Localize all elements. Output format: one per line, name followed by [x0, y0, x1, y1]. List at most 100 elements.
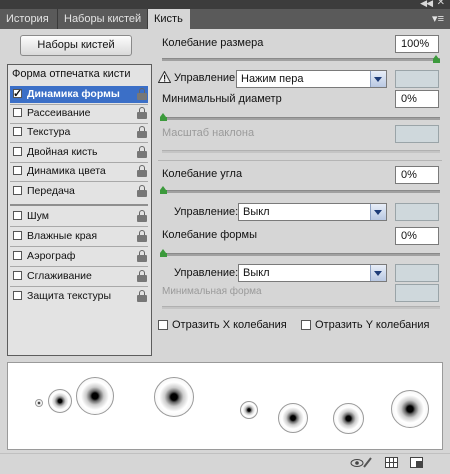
- tab-history[interactable]: История: [0, 9, 58, 29]
- flip-y-checkbox[interactable]: [301, 320, 311, 330]
- lock-icon[interactable]: [137, 126, 147, 138]
- warning-icon: [158, 71, 171, 83]
- lock-icon[interactable]: [137, 185, 147, 197]
- min-diameter-input[interactable]: 0%: [395, 90, 439, 108]
- list-item-label: Рассеивание: [27, 107, 91, 119]
- list-item-color-dynamics[interactable]: Динамика цвета: [10, 163, 148, 180]
- list-item-label: Динамика цвета: [27, 165, 106, 177]
- chevron-down-icon[interactable]: [370, 204, 386, 220]
- new-preset-icon[interactable]: [410, 457, 423, 468]
- size-jitter-input[interactable]: 100%: [395, 35, 439, 53]
- tilt-scale-label: Масштаб наклона: [162, 127, 255, 139]
- angle-control-extra-input: [395, 203, 439, 221]
- tab-bar: История Наборы кистей Кисть ▾≡: [0, 9, 450, 30]
- angle-jitter-slider-thumb[interactable]: [160, 186, 167, 194]
- brush-tip-shape-heading[interactable]: Форма отпечатка кисти: [12, 68, 130, 80]
- angle-control-value: Выкл: [243, 206, 270, 218]
- roundness-control-select[interactable]: Выкл: [238, 264, 387, 282]
- size-control-extra-input: [395, 70, 439, 88]
- preview-dab: [35, 399, 43, 407]
- flip-y-label: Отразить Y колебания: [315, 319, 430, 331]
- scattering-checkbox[interactable]: [13, 108, 22, 117]
- lock-icon[interactable]: [137, 290, 147, 302]
- lock-icon[interactable]: [137, 210, 147, 222]
- brush-presets-button[interactable]: Наборы кистей: [20, 35, 132, 56]
- angle-control-select[interactable]: Выкл: [238, 203, 387, 221]
- roundness-jitter-input[interactable]: 0%: [395, 227, 439, 245]
- dual-brush-checkbox[interactable]: [13, 147, 22, 156]
- list-item-dual-brush[interactable]: Двойная кисть: [10, 144, 148, 161]
- list-item-airbrush[interactable]: Аэрограф: [10, 248, 148, 265]
- roundness-control-extra-input: [395, 264, 439, 282]
- lock-icon[interactable]: [137, 107, 147, 119]
- divider: [158, 160, 442, 161]
- color-dynamics-checkbox[interactable]: [13, 166, 22, 175]
- shape-dynamics-checkbox[interactable]: [13, 86, 22, 103]
- panel-bottom-bar: [0, 453, 450, 474]
- angle-jitter-slider-track[interactable]: [162, 190, 440, 193]
- preview-dab: [154, 377, 194, 417]
- tab-brush[interactable]: Кисть: [148, 9, 190, 30]
- list-item-shape-dynamics[interactable]: Динамика формы: [10, 86, 148, 103]
- tab-brush-presets[interactable]: Наборы кистей: [58, 9, 148, 29]
- divider: [10, 226, 148, 227]
- size-jitter-label: Колебание размера: [162, 37, 264, 49]
- chevron-down-icon[interactable]: [370, 265, 386, 281]
- list-item-noise[interactable]: Шум: [10, 208, 148, 225]
- size-jitter-slider-track[interactable]: [162, 58, 440, 61]
- size-control-label: Управление:: [174, 72, 239, 84]
- grid-icon[interactable]: [385, 457, 398, 468]
- lock-icon[interactable]: [137, 146, 147, 158]
- flip-x-checkbox[interactable]: [158, 320, 168, 330]
- lock-icon[interactable]: [137, 270, 147, 282]
- size-jitter-slider-thumb[interactable]: [433, 55, 440, 63]
- list-item-label: Сглаживание: [27, 270, 92, 282]
- airbrush-checkbox[interactable]: [13, 251, 22, 260]
- close-icon[interactable]: ✕: [437, 0, 445, 8]
- size-control-value: Нажим пера: [241, 73, 304, 85]
- min-diameter-slider-thumb[interactable]: [160, 113, 167, 121]
- chevron-down-icon[interactable]: [370, 71, 386, 87]
- lock-icon[interactable]: [137, 230, 147, 242]
- size-control-select[interactable]: Нажим пера: [236, 70, 387, 88]
- list-item-texture[interactable]: Текстура: [10, 124, 148, 141]
- min-diameter-slider-track[interactable]: [162, 117, 440, 120]
- roundness-control-value: Выкл: [243, 267, 270, 279]
- list-item-label: Аэрограф: [27, 250, 76, 262]
- eye-brush-icon[interactable]: [350, 457, 372, 468]
- lock-icon[interactable]: [137, 165, 147, 177]
- roundness-jitter-slider-thumb[interactable]: [160, 249, 167, 257]
- list-item-label: Шум: [27, 210, 49, 222]
- divider: [10, 286, 148, 287]
- texture-checkbox[interactable]: [13, 127, 22, 136]
- list-item-protect-texture[interactable]: Защита текстуры: [10, 288, 148, 305]
- min-roundness-label: Минимальная форма: [162, 286, 262, 297]
- preview-dab: [76, 377, 114, 415]
- noise-checkbox[interactable]: [13, 211, 22, 220]
- tilt-scale-input: [395, 125, 439, 143]
- list-item-smoothing[interactable]: Сглаживание: [10, 268, 148, 285]
- roundness-jitter-slider-track[interactable]: [162, 253, 440, 256]
- divider: [10, 142, 148, 143]
- panel-menu-icon[interactable]: ▾≡: [432, 12, 444, 25]
- flip-x-label: Отразить X колебания: [172, 319, 287, 331]
- collapse-icon[interactable]: ◀◀: [420, 0, 433, 9]
- roundness-control-label: Управление:: [174, 267, 239, 279]
- roundness-jitter-label: Колебание формы: [162, 229, 258, 241]
- list-item-scattering[interactable]: Рассеивание: [10, 105, 148, 122]
- list-item-transfer[interactable]: Передача: [10, 183, 148, 200]
- list-item-label: Динамика формы: [27, 88, 120, 100]
- preview-dab: [48, 389, 72, 413]
- divider: [10, 181, 148, 182]
- angle-jitter-input[interactable]: 0%: [395, 166, 439, 184]
- brush-stroke-preview: [7, 362, 443, 450]
- list-item-wet-edges[interactable]: Влажные края: [10, 228, 148, 245]
- protect-texture-checkbox[interactable]: [13, 291, 22, 300]
- smoothing-checkbox[interactable]: [13, 271, 22, 280]
- transfer-checkbox[interactable]: [13, 186, 22, 195]
- lock-icon[interactable]: [137, 250, 147, 262]
- list-item-label: Текстура: [27, 126, 71, 138]
- wet-edges-checkbox[interactable]: [13, 231, 22, 240]
- angle-control-label: Управление:: [174, 206, 239, 218]
- lock-icon[interactable]: [137, 88, 147, 100]
